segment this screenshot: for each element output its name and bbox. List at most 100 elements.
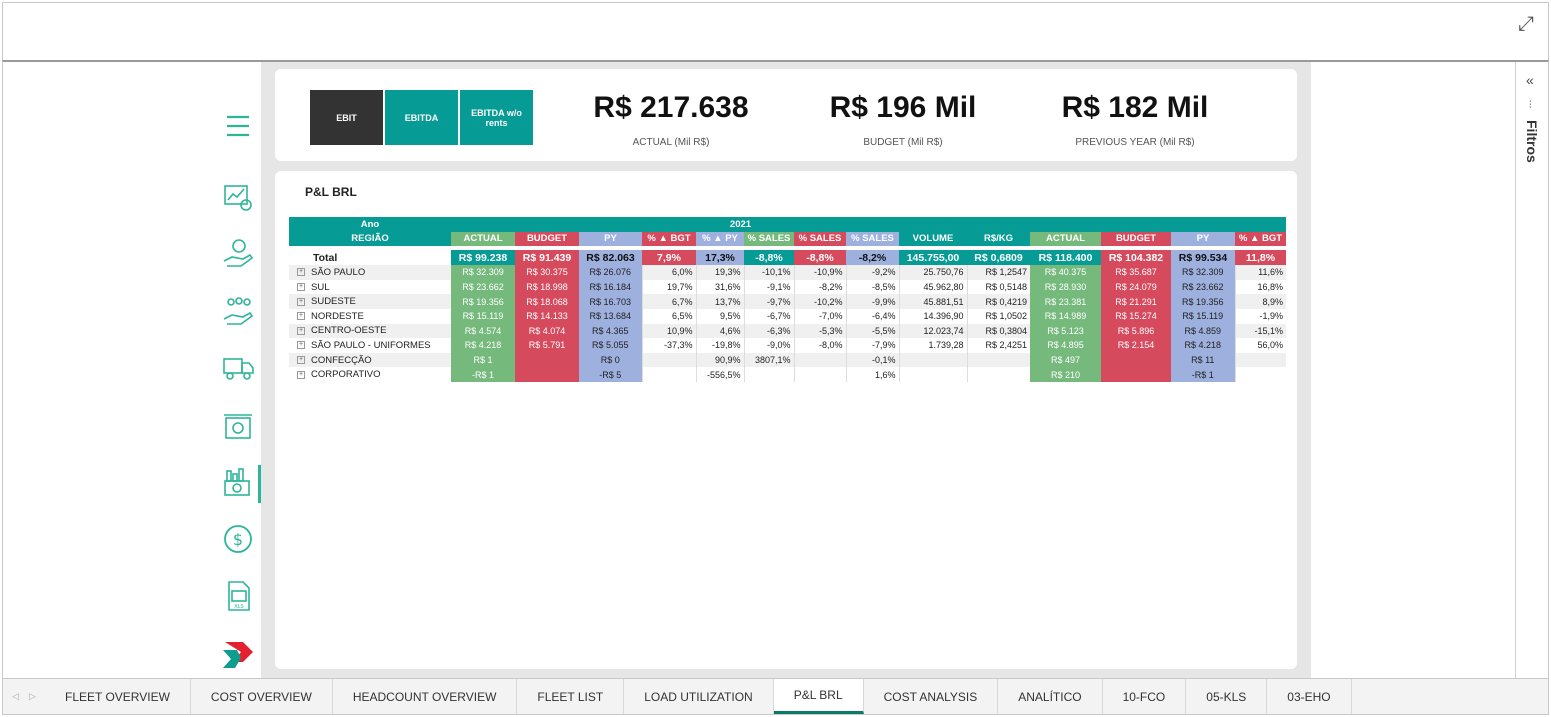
regiao-header: REGIÃO <box>289 231 451 247</box>
total-row: Total R$ 99.238 R$ 91.439 R$ 82.063 7,9% 17,3… <box>289 250 1286 266</box>
pnl-matrix[interactable]: Ano 2021 REGIÃO ACTUAL BUDGET PY% ▲ BGT% ▲ PY… <box>289 217 1286 382</box>
expand-row-icon[interactable]: + <box>297 370 305 379</box>
headcount-icon[interactable] <box>213 291 263 331</box>
tab-2[interactable]: HEADCOUNT OVERVIEW <box>333 679 518 714</box>
table-cell <box>793 352 846 368</box>
next-arrow-icon[interactable]: ▷ <box>29 691 36 702</box>
tab-9[interactable]: 05-KLS <box>1186 679 1268 714</box>
tab-3[interactable]: FLEET LIST <box>517 679 625 714</box>
row-label-text: CORPORATIVO <box>311 369 381 381</box>
table-cell: 90,9% <box>695 352 744 368</box>
table-cell: R$ 19.356 <box>451 294 515 309</box>
kpi-previous-label: PREVIOUS YEAR (Mil R$) <box>1075 137 1195 148</box>
table-cell: 13,7% <box>695 294 744 309</box>
table-row[interactable]: + CONFECÇÃO R$ 1 R$ 0 90,9% 3807,1% -0,1% R$ 49… <box>289 352 1286 368</box>
total-cell: R$ 99.534 <box>1171 250 1235 266</box>
table-cell: -8,5% <box>845 279 899 295</box>
table-row[interactable]: + SUDESTE R$ 19.356 R$ 18.068 R$ 16.703 6,7% 1… <box>289 294 1286 309</box>
total-cell: R$ 118.400 <box>1030 250 1101 266</box>
tab-1[interactable]: COST OVERVIEW <box>191 679 333 714</box>
column-header: R$/KG <box>967 231 1030 247</box>
ebitda-wo-rents-button[interactable]: EBITDA w/o rents <box>460 90 533 145</box>
tab-5[interactable]: P&L BRL <box>773 679 864 714</box>
total-cell: -8,8% <box>744 250 794 266</box>
header-row-columns: REGIÃO ACTUAL BUDGET PY% ▲ BGT% ▲ PY% SALES… <box>289 231 1286 247</box>
table-cell: R$ 26.076 <box>579 265 642 280</box>
table-cell: -9,7% <box>743 294 794 309</box>
expand-row-icon[interactable]: + <box>297 356 305 365</box>
tab-8[interactable]: 10-FCO <box>1103 679 1187 714</box>
table-cell <box>743 367 794 382</box>
xls-file-icon[interactable]: XLS <box>213 576 263 616</box>
table-cell <box>515 367 579 382</box>
table-cell: R$ 16.703 <box>579 294 642 309</box>
table-cell: R$ 1,2547 <box>966 265 1030 280</box>
expand-row-icon[interactable]: + <box>297 297 305 306</box>
expand-row-icon[interactable]: + <box>297 268 305 277</box>
table-cell: -7,0% <box>793 308 846 324</box>
pnl-money-icon[interactable] <box>213 462 263 502</box>
table-row[interactable]: + NORDESTE R$ 15.119 R$ 14.133 R$ 13.684 6,5%… <box>289 308 1286 324</box>
table-cell: R$ 19.356 <box>1171 294 1235 309</box>
expand-icon[interactable]: ⤢ <box>1518 13 1534 36</box>
table-row[interactable]: + SÃO PAULO R$ 32.309 R$ 30.375 R$ 26.076 6,0… <box>289 265 1286 280</box>
table-cell: 56,0% <box>1234 338 1286 353</box>
table-cell: R$ 0,4219 <box>966 294 1030 309</box>
collapse-chevron-icon[interactable]: « <box>1526 72 1534 88</box>
total-cell: -8,2% <box>846 250 899 266</box>
expand-row-icon[interactable]: + <box>297 312 305 321</box>
ebitda-button[interactable]: EBITDA <box>385 90 458 145</box>
total-cell: R$ 0,6809 <box>967 250 1030 266</box>
total-cell: R$ 99.238 <box>451 250 515 266</box>
table-cell <box>1101 352 1171 368</box>
kpi-card: EBIT EBITDA EBITDA w/o rents R$ 217.638 … <box>275 69 1297 161</box>
row-label: + CENTRO-OESTE <box>289 323 451 339</box>
table-cell: -9,2% <box>845 265 899 280</box>
tab-7[interactable]: ANALÍTICO <box>998 679 1103 714</box>
cost-hand-icon[interactable] <box>213 234 263 274</box>
total-cell: R$ 91.439 <box>515 250 579 266</box>
total-cell: -8,8% <box>794 250 846 266</box>
expand-row-icon[interactable]: + <box>297 341 305 350</box>
table-row[interactable]: + SUL R$ 23.662 R$ 18.998 R$ 16.184 19,7% 31,6… <box>289 279 1286 295</box>
tab-6[interactable]: COST ANALYSIS <box>864 679 999 714</box>
truck-icon[interactable] <box>213 348 263 388</box>
table-cell: 6,5% <box>641 308 696 324</box>
table-cell: R$ 24.079 <box>1101 279 1171 295</box>
table-cell: R$ 210 <box>1030 367 1101 382</box>
table-cell: R$ 1 <box>451 352 515 368</box>
filter-icon: ⫶ <box>1529 100 1532 111</box>
table-cell: R$ 4.074 <box>515 323 579 339</box>
row-label-text: NORDESTE <box>311 310 364 322</box>
column-header: PY <box>1171 231 1235 247</box>
table-cell: -10,1% <box>743 265 794 280</box>
tab-10[interactable]: 03-EHO <box>1267 679 1352 714</box>
table-cell: -6,4% <box>845 308 899 324</box>
kpi-actual-label: ACTUAL (Mil R$) <box>632 137 710 148</box>
row-label-text: CENTRO-OESTE <box>311 325 387 337</box>
filters-pane[interactable]: « ⫶ Filtros <box>1515 62 1548 678</box>
table-row[interactable]: + CENTRO-OESTE R$ 4.574 R$ 4.074 R$ 4.365 10,… <box>289 323 1286 339</box>
tab-4[interactable]: LOAD UTILIZATION <box>624 679 774 714</box>
table-cell: 11,6% <box>1234 265 1286 280</box>
table-cell: 9,5% <box>695 308 744 324</box>
menu-icon[interactable] <box>213 106 263 146</box>
expand-row-icon[interactable]: + <box>297 326 305 335</box>
tab-scroll-arrows[interactable]: ◁ ▷ <box>3 679 45 714</box>
tab-0[interactable]: FLEET OVERVIEW <box>45 679 191 714</box>
prev-arrow-icon[interactable]: ◁ <box>12 691 19 702</box>
cost-cycle-icon[interactable]: $ <box>213 519 263 559</box>
table-cell: R$ 4.218 <box>1171 338 1235 353</box>
table-cell <box>966 367 1030 382</box>
ebit-button[interactable]: EBIT <box>310 90 383 145</box>
table-cell: R$ 14.133 <box>515 308 579 324</box>
table-cell <box>1101 367 1171 382</box>
table-cell: -8,0% <box>793 338 846 353</box>
expand-row-icon[interactable]: + <box>297 283 305 292</box>
table-row[interactable]: + CORPORATIVO -R$ 1 -R$ 5 -556,5% 1,6% R$ 210 -… <box>289 367 1286 382</box>
fleet-analytics-icon[interactable] <box>213 177 263 217</box>
table-cell: R$ 5.791 <box>515 338 579 353</box>
table-cell: 8,9% <box>1234 294 1286 309</box>
scale-icon[interactable] <box>213 405 263 445</box>
table-row[interactable]: + SÃO PAULO - UNIFORMES R$ 4.218 R$ 5.791 R$… <box>289 338 1286 353</box>
